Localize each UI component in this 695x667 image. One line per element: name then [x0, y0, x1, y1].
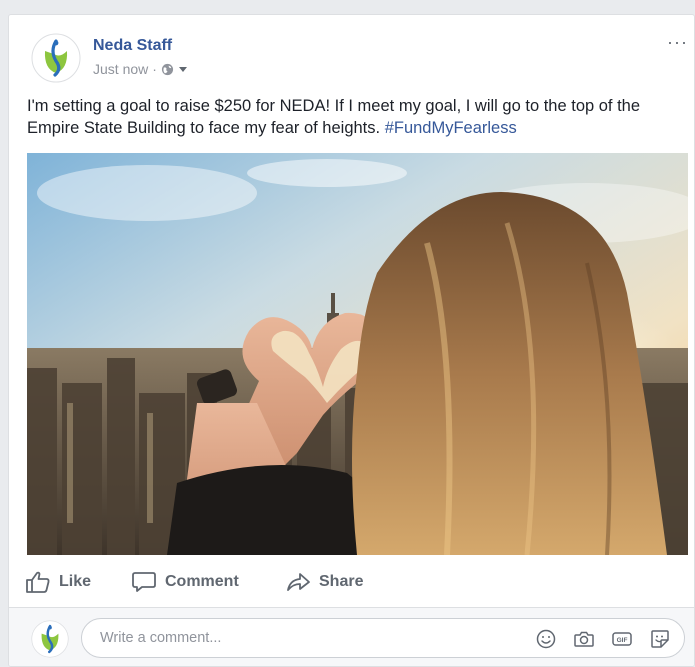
- post-actions: Like Comment Share: [9, 567, 694, 603]
- post-header: Neda Staff Just now · ···: [9, 15, 694, 87]
- commenter-avatar: [31, 620, 69, 658]
- comment-input[interactable]: Write a comment... GIF: [81, 618, 685, 658]
- hashtag-link[interactable]: #FundMyFearless: [385, 119, 517, 137]
- author-name[interactable]: Neda Staff: [93, 37, 172, 55]
- camera-icon[interactable]: [574, 629, 594, 649]
- post-photo[interactable]: [27, 153, 688, 555]
- post-text: I'm setting a goal to raise $250 for NED…: [27, 95, 687, 139]
- timestamp[interactable]: Just now: [93, 61, 148, 77]
- author-avatar[interactable]: [31, 33, 81, 83]
- neda-logo-icon: [31, 620, 69, 658]
- sticker-icon[interactable]: [650, 629, 670, 649]
- gif-label: GIF: [617, 637, 628, 644]
- chevron-down-icon[interactable]: [178, 64, 188, 74]
- share-label: Share: [319, 573, 364, 590]
- like-button[interactable]: Like: [25, 567, 91, 597]
- meta-separator: ·: [152, 61, 157, 77]
- emoji-icon[interactable]: [536, 629, 556, 649]
- post-meta: Just now ·: [93, 61, 188, 77]
- globe-icon[interactable]: [161, 63, 174, 76]
- thumbs-up-icon: [26, 571, 50, 593]
- share-button[interactable]: Share: [285, 567, 363, 597]
- comment-placeholder: Write a comment...: [100, 630, 222, 646]
- like-label: Like: [59, 573, 92, 590]
- share-arrow-icon: [287, 573, 310, 591]
- photo-image: [27, 153, 688, 555]
- comment-bar: Write a comment... GIF: [9, 607, 694, 666]
- more-options-icon[interactable]: ···: [667, 33, 688, 51]
- post-body: I'm setting a goal to raise $250 for NED…: [27, 97, 641, 137]
- gif-icon[interactable]: GIF: [612, 629, 632, 649]
- comment-label: Comment: [165, 573, 239, 590]
- neda-logo-icon: [31, 33, 81, 83]
- comment-button[interactable]: Comment: [131, 567, 239, 597]
- speech-bubble-icon: [132, 572, 156, 592]
- post-card: Neda Staff Just now · ··· I'm setting a …: [8, 14, 695, 667]
